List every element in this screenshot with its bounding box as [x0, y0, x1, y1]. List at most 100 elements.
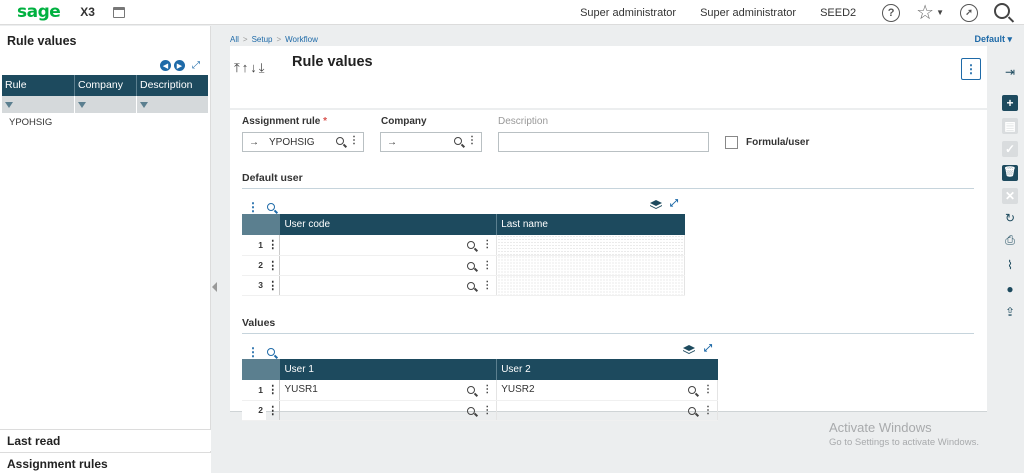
kebab-icon[interactable]: ⋮ [482, 280, 492, 291]
search-icon[interactable] [454, 137, 462, 145]
filter-description[interactable] [137, 96, 208, 113]
delete-button[interactable]: 🗑 [1000, 164, 1020, 181]
row-menu-icon[interactable]: ⋮ [265, 275, 281, 296]
formula-user-checkbox[interactable] [725, 136, 738, 149]
search-icon[interactable] [467, 406, 476, 415]
filter-icon [78, 102, 86, 108]
search-icon[interactable] [467, 281, 476, 290]
search-icon[interactable] [994, 3, 1010, 19]
cancel-button[interactable]: ✕ [1000, 187, 1020, 204]
search-icon[interactable] [467, 241, 476, 249]
column-header-company[interactable]: Company [75, 75, 137, 96]
row-menu-icon[interactable]: ⋮ [265, 255, 281, 276]
default-user-grid: User code Last name 1 ⋮ ⋮ 2 ⋮ ⋮ 3 ⋮ ⋮ [242, 214, 685, 296]
search-icon[interactable] [467, 386, 476, 394]
search-icon[interactable] [688, 406, 696, 415]
user-code-cell[interactable]: ⋮ [279, 235, 498, 256]
kebab-icon[interactable]: ⋮ [467, 136, 477, 146]
layers-icon[interactable] [650, 200, 662, 210]
list-item[interactable]: YPOHSIG [2, 113, 208, 132]
arrow-right-icon[interactable]: → [387, 137, 397, 148]
filter-rule[interactable] [2, 96, 75, 113]
column-header-user-code[interactable]: User code [279, 214, 498, 235]
save-button[interactable]: ▤ [1000, 117, 1020, 134]
column-header-last-name[interactable]: Last name [496, 214, 685, 235]
description-field[interactable] [498, 132, 709, 152]
panel-splitter[interactable] [211, 26, 218, 473]
breadcrumb-workflow[interactable]: Workflow [285, 35, 318, 44]
user-name[interactable]: Super administrator [700, 7, 796, 19]
column-header-user-2[interactable]: User 2 [496, 359, 718, 380]
row-menu-icon[interactable]: ⋮ [265, 400, 281, 421]
folder-name[interactable]: SEED2 [820, 7, 856, 19]
next-icon[interactable]: ▶ [174, 60, 185, 71]
chevron-down-icon[interactable]: ▼ [936, 8, 944, 17]
previous-icon[interactable]: ◀ [160, 60, 171, 71]
expand-icon[interactable]: ⤢ [704, 343, 712, 354]
validate-button[interactable]: ✓ [1000, 140, 1020, 157]
breadcrumb-all[interactable]: All [230, 35, 239, 44]
column-header-description[interactable]: Description [137, 75, 208, 96]
default-selector[interactable]: Default ▾ [974, 34, 1012, 45]
kebab-icon[interactable]: ⋮ [482, 260, 492, 271]
export-icon[interactable]: ⇪ [1000, 303, 1020, 320]
record-navigation[interactable]: ⤒↑↓⤓ [234, 60, 267, 76]
table-row[interactable]: 3 ⋮ ⋮ [242, 275, 685, 296]
row-number: 1 [242, 380, 266, 401]
attachment-icon[interactable]: ⌇ [1000, 256, 1020, 273]
refresh-icon[interactable]: ↻ [1000, 209, 1020, 226]
assignment-rules-section[interactable]: Assignment rules [0, 452, 211, 473]
kebab-icon[interactable]: ⋮ [349, 136, 359, 146]
table-row[interactable]: 2 ⋮ ⋮ [242, 255, 685, 276]
last-read-section[interactable]: Last read [0, 429, 211, 451]
table-row[interactable]: 1 ⋮ YUSR1 ⋮ YUSR2 ⋮ [242, 380, 718, 401]
table-row[interactable]: 1 ⋮ ⋮ [242, 235, 685, 256]
row-menu-icon[interactable]: ⋮ [265, 380, 281, 401]
kebab-icon[interactable]: ⋮ [482, 405, 492, 416]
breadcrumb-setup[interactable]: Setup [252, 35, 273, 44]
print-icon[interactable]: ⎙ [1000, 232, 1020, 249]
grid-actions-icon[interactable]: ⋮ [247, 345, 259, 359]
more-actions-button[interactable]: ⋮ [961, 58, 981, 80]
user-2-cell[interactable]: ⋮ [496, 400, 718, 421]
star-icon[interactable]: ☆ [916, 3, 934, 23]
create-button[interactable]: + [1000, 94, 1020, 111]
kebab-icon[interactable]: ⋮ [703, 385, 713, 395]
user-2-cell[interactable]: YUSR2 ⋮ [496, 380, 718, 401]
search-icon[interactable] [467, 261, 476, 270]
description-label: Description [498, 116, 549, 127]
table-row[interactable]: 2 ⋮ ⋮ ⋮ [242, 400, 718, 421]
column-header-rule[interactable]: Rule [2, 75, 75, 96]
grid-search-icon[interactable] [267, 203, 275, 211]
filter-company[interactable] [75, 96, 137, 113]
search-icon[interactable] [336, 137, 344, 145]
sage-logo[interactable]: sage [17, 2, 61, 22]
kebab-icon[interactable]: ⋮ [482, 385, 492, 395]
grid-search-icon[interactable] [267, 348, 275, 356]
column-header-user-1[interactable]: User 1 [279, 359, 498, 380]
user-code-cell[interactable]: ⋮ [279, 255, 498, 276]
row-menu-icon[interactable]: ⋮ [265, 235, 281, 256]
layers-icon[interactable] [683, 345, 695, 355]
row-number: 2 [242, 255, 266, 276]
collapse-arrow-icon[interactable] [212, 282, 217, 292]
grid-actions-icon[interactable]: ⋮ [247, 200, 259, 214]
company-field[interactable]: → ⋮ [380, 132, 482, 152]
comment-icon[interactable]: ● [1000, 280, 1020, 297]
arrow-right-icon[interactable]: → [249, 137, 259, 148]
search-icon[interactable] [688, 386, 696, 394]
kebab-icon[interactable]: ⋮ [482, 240, 492, 250]
calendar-icon[interactable] [112, 6, 125, 18]
user-1-cell[interactable]: ⋮ [279, 400, 498, 421]
help-icon[interactable]: ? [882, 3, 901, 22]
user-1-cell[interactable]: YUSR1 ⋮ [279, 380, 498, 401]
user-code-cell[interactable]: ⋮ [279, 275, 498, 296]
grid-corner [265, 359, 281, 380]
compass-icon[interactable]: ➚ [960, 3, 978, 22]
expand-icon[interactable]: ⤢ [192, 60, 200, 71]
assignment-rule-field[interactable]: → YPOHSIG ⋮ [242, 132, 364, 152]
expand-icon[interactable]: ⤢ [670, 198, 678, 209]
kebab-icon[interactable]: ⋮ [703, 405, 713, 416]
exit-icon[interactable]: ⇥ [1000, 63, 1020, 80]
user-role[interactable]: Super administrator [580, 7, 676, 19]
